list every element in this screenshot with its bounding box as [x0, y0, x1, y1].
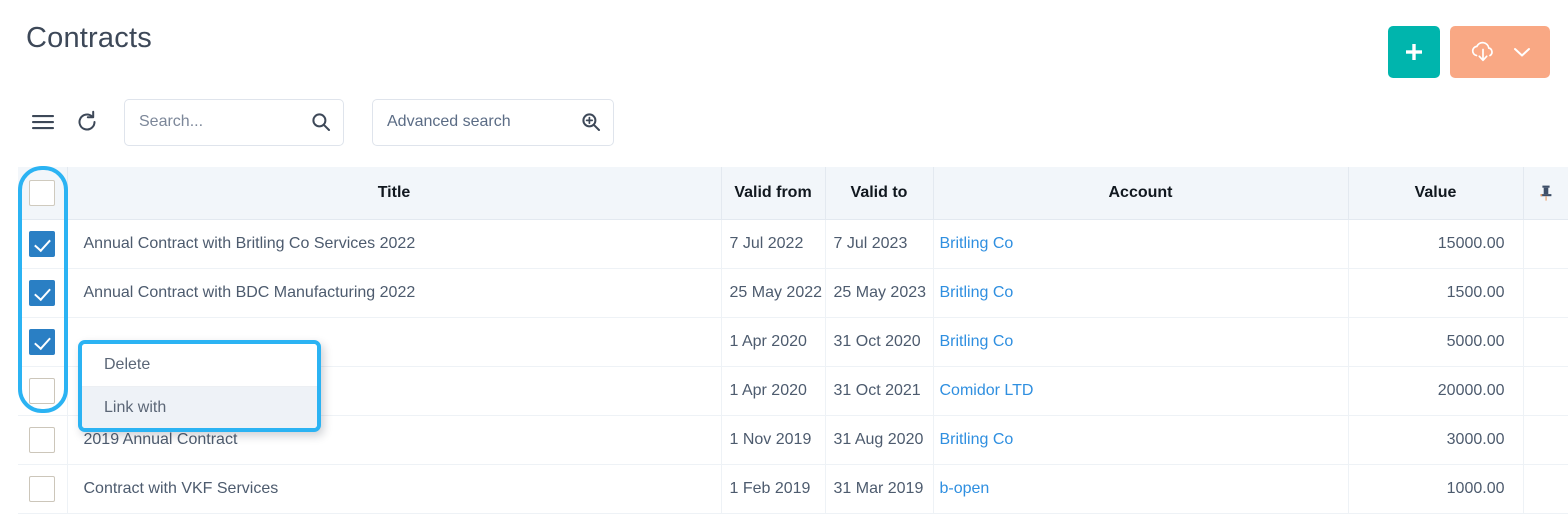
- row-value: 3000.00: [1348, 415, 1524, 465]
- row-checkbox-cell[interactable]: [18, 219, 68, 269]
- context-menu-item-link-with[interactable]: Link with: [82, 387, 317, 428]
- header-select-all[interactable]: [18, 167, 68, 220]
- account-link[interactable]: b-open: [940, 480, 990, 497]
- row-checkbox[interactable]: [29, 328, 56, 355]
- context-menu-item-delete[interactable]: Delete: [82, 344, 317, 386]
- search-plus-icon[interactable]: [580, 111, 602, 133]
- row-valid-from: 7 Jul 2022: [721, 219, 826, 269]
- row-valid-from: 1 Apr 2020: [721, 317, 826, 367]
- row-value: 20000.00: [1348, 366, 1524, 416]
- plus-icon: [1403, 41, 1425, 63]
- row-value: 15000.00: [1348, 219, 1524, 269]
- row-value: 1000.00: [1348, 464, 1524, 514]
- refresh-icon[interactable]: [70, 105, 104, 139]
- account-link[interactable]: Comidor LTD: [940, 382, 1034, 399]
- header-valid-from[interactable]: Valid from: [721, 167, 826, 220]
- table-row[interactable]: Contract with VKF Services 1 Feb 2019 31…: [18, 464, 1568, 514]
- export-button[interactable]: [1450, 26, 1550, 78]
- row-valid-from: 1 Apr 2020: [721, 366, 826, 416]
- row-account[interactable]: b-open: [933, 464, 1349, 514]
- advanced-search-input[interactable]: [373, 99, 613, 145]
- row-valid-from: 1 Nov 2019: [721, 415, 826, 465]
- row-pin-cell[interactable]: [1523, 366, 1568, 416]
- select-all-checkbox[interactable]: [29, 179, 56, 206]
- row-pin-cell[interactable]: [1523, 464, 1568, 514]
- header-valid-to[interactable]: Valid to: [825, 167, 934, 220]
- advanced-search-box[interactable]: [372, 98, 614, 146]
- chevron-down-icon[interactable]: [1512, 45, 1532, 59]
- row-account[interactable]: Britling Co: [933, 415, 1349, 465]
- row-account[interactable]: Comidor LTD: [933, 366, 1349, 416]
- row-checkbox-cell[interactable]: [18, 317, 68, 367]
- header-account[interactable]: Account: [933, 167, 1349, 220]
- row-value: 5000.00: [1348, 317, 1524, 367]
- account-link[interactable]: Britling Co: [940, 235, 1014, 252]
- table-row[interactable]: Annual Contract with BDC Manufacturing 2…: [18, 268, 1568, 318]
- row-valid-to: 31 Oct 2020: [825, 317, 934, 367]
- row-valid-to: 25 May 2023: [825, 268, 934, 318]
- add-contract-button[interactable]: [1388, 26, 1440, 78]
- search-box[interactable]: [124, 98, 344, 146]
- header-value[interactable]: Value: [1348, 167, 1524, 220]
- header-title[interactable]: Title: [67, 167, 722, 220]
- row-title[interactable]: Annual Contract with BDC Manufacturing 2…: [67, 268, 722, 318]
- page-header: Contracts: [0, 0, 1568, 86]
- row-valid-from: 1 Feb 2019: [721, 464, 826, 514]
- row-valid-to: 7 Jul 2023: [825, 219, 934, 269]
- row-checkbox-cell[interactable]: [18, 366, 68, 416]
- row-title[interactable]: Annual Contract with Britling Co Service…: [67, 219, 722, 269]
- hamburger-menu-icon[interactable]: [26, 105, 60, 139]
- row-valid-to: 31 Oct 2021: [825, 366, 934, 416]
- page-title: Contracts: [26, 22, 152, 54]
- row-checkbox-cell[interactable]: [18, 464, 68, 514]
- row-checkbox[interactable]: [29, 377, 56, 404]
- row-value: 1500.00: [1348, 268, 1524, 318]
- header-actions: [1388, 26, 1550, 78]
- list-toolbar: [0, 86, 1568, 158]
- row-checkbox-cell[interactable]: [18, 268, 68, 318]
- table-header: Title Valid from Valid to Account Value: [18, 167, 1568, 220]
- row-account[interactable]: Britling Co: [933, 219, 1349, 269]
- row-account[interactable]: Britling Co: [933, 268, 1349, 318]
- row-checkbox[interactable]: [29, 279, 56, 306]
- table-row[interactable]: Annual Contract with Britling Co Service…: [18, 219, 1568, 269]
- row-pin-cell[interactable]: [1523, 268, 1568, 318]
- row-checkbox-cell[interactable]: [18, 415, 68, 465]
- header-row: Title Valid from Valid to Account Value: [18, 167, 1568, 220]
- row-checkbox[interactable]: [29, 475, 56, 502]
- search-icon[interactable]: [310, 111, 332, 133]
- row-valid-to: 31 Aug 2020: [825, 415, 934, 465]
- account-link[interactable]: Britling Co: [940, 333, 1014, 350]
- row-pin-cell[interactable]: [1523, 317, 1568, 367]
- row-account[interactable]: Britling Co: [933, 317, 1349, 367]
- row-pin-cell[interactable]: [1523, 219, 1568, 269]
- row-checkbox[interactable]: [29, 426, 56, 453]
- account-link[interactable]: Britling Co: [940, 431, 1014, 448]
- header-pin[interactable]: [1523, 167, 1568, 220]
- row-valid-from: 25 May 2022: [721, 268, 826, 318]
- row-title[interactable]: Contract with VKF Services: [67, 464, 722, 514]
- row-checkbox[interactable]: [29, 230, 56, 257]
- cloud-download-icon: [1468, 39, 1498, 65]
- contracts-page: Contracts Search... Advanced search Titl…: [0, 0, 1568, 515]
- row-pin-cell[interactable]: [1523, 415, 1568, 465]
- pushpin-icon[interactable]: [1536, 183, 1557, 203]
- account-link[interactable]: Britling Co: [940, 284, 1014, 301]
- row-valid-to: 31 Mar 2019: [825, 464, 934, 514]
- context-menu: Delete Link with: [78, 340, 321, 432]
